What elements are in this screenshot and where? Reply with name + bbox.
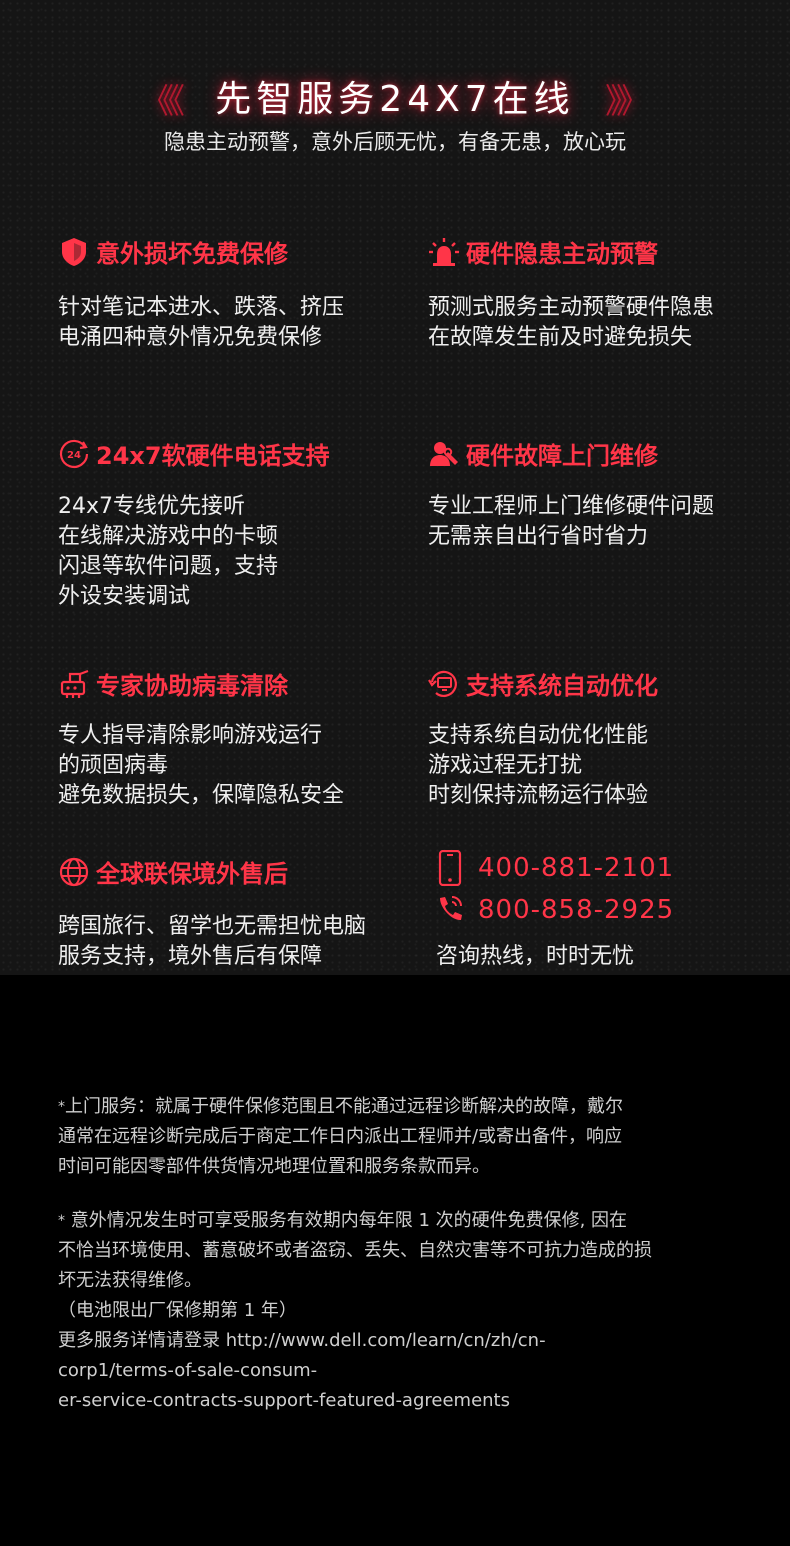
feature-desc-line: 电涌四种意外情况免费保修 (58, 325, 323, 350)
feature-desc-phone-support: 24x7专线优先接听 在线解决游戏中的卡顿 闪退等软件问题，支持 外设安装调试 (58, 492, 278, 612)
footnote-line: * 意外情况发生时可享受服务有效期内每年限 1 次的硬件免费保修, 因在 (58, 1210, 628, 1231)
feature-desc-line: 针对笔记本进水、跌落、挤压 (58, 295, 345, 320)
feature-title-text: 支持系统自动优化 (466, 672, 658, 700)
telephone-ring-icon (434, 892, 466, 928)
footnote-link[interactable]: er-service-contracts-support-featured-ag… (58, 1386, 748, 1416)
feature-title-text: 硬件隐患主动预警 (466, 240, 658, 268)
feature-title-virus-removal: 专家协助病毒清除 (58, 666, 288, 701)
feature-title-onsite-repair: 硬件故障上门维修 (428, 436, 658, 471)
alarm-icon (428, 236, 460, 268)
feature-title-global-warranty: 全球联保境外售后 (58, 854, 288, 889)
feature-desc-line: 支持系统自动优化性能 (428, 723, 649, 748)
phone-number[interactable]: 800-858-2925 (478, 895, 674, 925)
technician-icon (428, 438, 460, 470)
shield-icon (58, 236, 90, 268)
feature-desc-line: 跨国旅行、留学也无需担忧电脑 (58, 914, 367, 939)
svg-text:24: 24 (67, 450, 81, 461)
feature-desc-onsite-repair: 专业工程师上门维修硬件问题 无需亲自出行省时省力 (428, 492, 714, 552)
feature-desc-line: 闪退等软件问题，支持 (58, 554, 279, 579)
footnote-link[interactable]: corp1/terms-of-sale-consum- (58, 1356, 748, 1386)
page-subtitle: 隐患主动预警，意外后顾无忧，有备无患，放心玩 (164, 130, 626, 154)
feature-title-text: 硬件故障上门维修 (466, 442, 658, 470)
footnote-accidental-terms: * 意外情况发生时可享受服务有效期内每年限 1 次的硬件免费保修, 因在 不恰当… (58, 1206, 748, 1416)
feature-desc-line: 24x7专线优先接听 (58, 494, 246, 519)
feature-title-text: 意外损坏免费保修 (96, 240, 288, 268)
clock-24-icon: 24 (58, 438, 90, 470)
feature-desc-line: 游戏过程无打扰 (428, 753, 583, 778)
chevron-left-icon: 《《 (140, 82, 185, 122)
footnote-line: *上门服务：就属于硬件保修范围且不能通过远程诊断解决的故障，戴尔 (58, 1096, 623, 1117)
hotline-label: 咨询热线，时时无忧 (436, 944, 635, 969)
feature-title-hardware-warning: 硬件隐患主动预警 (428, 234, 658, 269)
footnote-line: 坏无法获得维修。 (58, 1270, 202, 1291)
feature-title-phone-support: 24 24x7软硬件电话支持 (58, 436, 330, 471)
feature-desc-accidental-damage: 针对笔记本进水、跌落、挤压 电涌四种意外情况免费保修 (58, 293, 344, 353)
feature-desc-line: 预测式服务主动预警硬件隐患 (428, 295, 715, 320)
hotline-phone-1: 400-881-2101 (434, 850, 674, 886)
feature-desc-line: 避免数据损失，保障隐私安全 (58, 783, 345, 808)
feature-desc-virus-removal: 专人指导清除影响游戏运行 的顽固病毒 避免数据损失，保障隐私安全 (58, 721, 344, 811)
feature-desc-system-optimize: 支持系统自动优化性能 游戏过程无打扰 时刻保持流畅运行体验 (428, 721, 648, 811)
feature-desc-hardware-warning: 预测式服务主动预警硬件隐患 在故障发生前及时避免损失 (428, 293, 714, 353)
feature-desc-line: 外设安装调试 (58, 584, 191, 609)
feature-desc-line: 在线解决游戏中的卡顿 (58, 524, 279, 549)
mobile-phone-icon (434, 850, 466, 886)
footnote-line: 时间可能因零部件供货情况地理位置和服务条款而异。 (58, 1156, 490, 1177)
feature-desc-line: 专业工程师上门维修硬件问题 (428, 494, 715, 519)
footnote-line: （电池限出厂保修期第 1 年） (58, 1300, 297, 1321)
feature-title-system-optimize: 支持系统自动优化 (428, 666, 658, 701)
footnote-star: * (58, 1213, 65, 1229)
footnote-star: * (58, 1099, 65, 1115)
feature-desc-global-warranty: 跨国旅行、留学也无需担忧电脑 服务支持，境外售后有保障 (58, 912, 366, 972)
feature-desc-line: 专人指导清除影响游戏运行 (58, 723, 323, 748)
feature-desc-line: 时刻保持流畅运行体验 (428, 783, 649, 808)
footnote-onsite-service: *上门服务：就属于硬件保修范围且不能通过远程诊断解决的故障，戴尔 通常在远程诊断… (58, 1092, 748, 1182)
virus-clean-icon (58, 668, 90, 700)
footnote-line: 通常在远程诊断完成后于商定工作日内派出工程师并/或寄出备件，响应 (58, 1126, 623, 1147)
feature-title-text: 24x7软硬件电话支持 (96, 442, 330, 470)
page-title: 先智服务24X7在线 (215, 79, 575, 120)
footnote-line: 不恰当环境使用、蓄意破坏或者盗窃、丢失、自然灾害等不可抗力造成的损 (58, 1240, 652, 1261)
hero-title-block: 《《 先智服务24X7在线 》》 (140, 68, 650, 124)
feature-desc-line: 在故障发生前及时避免损失 (428, 325, 693, 350)
footnote-link[interactable]: 更多服务详情请登录 http://www.dell.com/learn/cn/z… (58, 1326, 748, 1356)
feature-desc-line: 无需亲自出行省时省力 (428, 524, 649, 549)
feature-desc-line: 的顽固病毒 (58, 753, 169, 778)
feature-title-text: 专家协助病毒清除 (96, 672, 288, 700)
hotline-phone-2: 800-858-2925 (434, 892, 674, 928)
system-optimize-icon (428, 668, 460, 700)
feature-desc-line: 服务支持，境外售后有保障 (58, 944, 323, 969)
feature-title-accidental-damage: 意外损坏免费保修 (58, 234, 288, 269)
globe-icon (58, 856, 90, 888)
chevron-right-icon: 》》 (605, 82, 650, 122)
feature-title-text: 全球联保境外售后 (96, 860, 288, 888)
phone-number[interactable]: 400-881-2101 (478, 853, 674, 883)
